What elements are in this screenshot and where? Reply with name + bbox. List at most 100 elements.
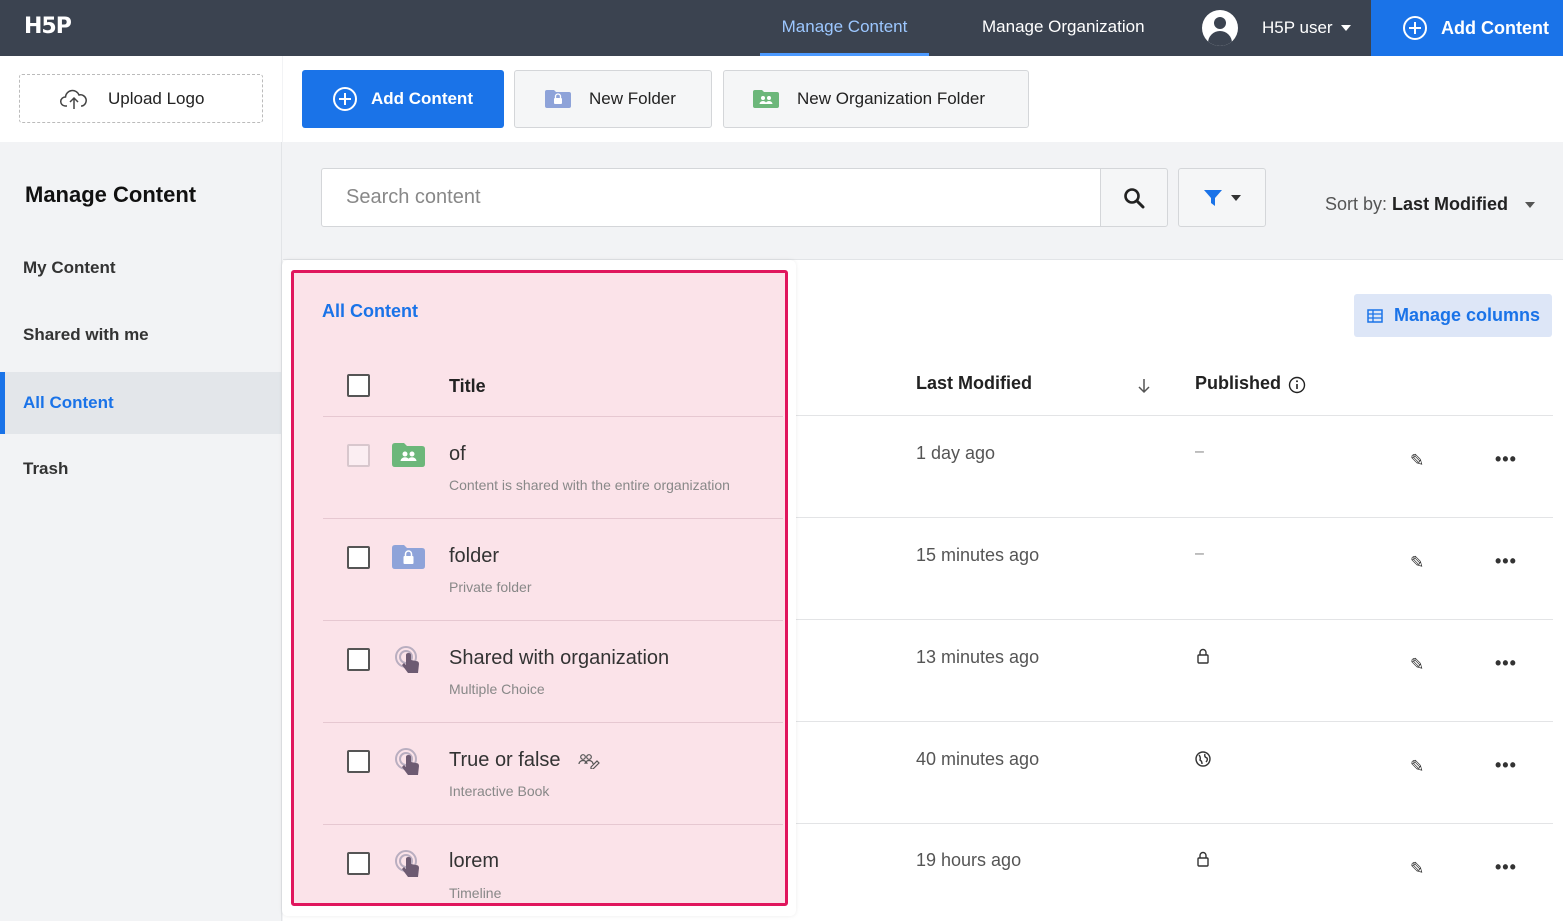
organization-folder-icon	[753, 90, 779, 108]
sort-descending-icon[interactable]	[1137, 378, 1151, 394]
edit-icon[interactable]: ✎	[1410, 451, 1424, 471]
row-divider	[773, 823, 1553, 824]
sort-label: Sort by:	[1325, 194, 1388, 214]
more-options-icon[interactable]: •••	[1495, 449, 1517, 470]
section-title: All Content	[322, 301, 418, 321]
private-folder-icon	[545, 90, 571, 108]
row-divider	[773, 721, 1553, 722]
sidebar-item-all-content[interactable]: All Content	[0, 372, 281, 434]
avatar-icon	[1202, 10, 1238, 46]
logo-upload-area: Upload Logo	[0, 56, 282, 142]
private-folder-icon	[392, 545, 425, 569]
sidebar: Manage Content My Content Shared with me…	[0, 142, 282, 921]
content-toolbar: Add Content New Folder New Organization …	[283, 56, 1563, 142]
edit-icon[interactable]: ✎	[1410, 859, 1424, 879]
filter-button[interactable]	[1178, 168, 1266, 227]
row-title[interactable]: of	[449, 443, 466, 466]
manage-columns-button[interactable]: Manage columns	[1354, 294, 1552, 337]
user-name: H5P user	[1262, 18, 1333, 37]
row-divider	[323, 518, 783, 519]
more-options-icon[interactable]: •••	[1495, 857, 1517, 878]
edit-icon[interactable]: ✎	[1410, 757, 1424, 777]
add-circle-icon	[333, 87, 357, 111]
search-icon	[1124, 187, 1145, 208]
top-bar: H5P Manage Content Manage Organization H…	[0, 0, 1563, 56]
row-last-modified: 40 minutes ago	[916, 749, 1040, 769]
sidebar-item-my-content[interactable]: My Content	[0, 237, 281, 299]
row-checkbox[interactable]	[347, 750, 370, 773]
row-subtitle: Multiple Choice	[449, 681, 545, 697]
sort-dropdown[interactable]: Sort by: Last Modified	[1325, 194, 1536, 215]
content-type-icon	[395, 748, 419, 775]
user-menu[interactable]: H5P user	[1202, 10, 1351, 46]
table-columns-icon	[1367, 308, 1383, 323]
edit-icon[interactable]: ✎	[1410, 553, 1424, 573]
edit-icon[interactable]: ✎	[1410, 655, 1424, 675]
row-checkbox[interactable]	[347, 648, 370, 671]
row-last-modified: 1 day ago	[916, 443, 996, 463]
row-divider	[323, 416, 783, 417]
row-title[interactable]: Shared with organization	[449, 647, 669, 670]
column-title[interactable]: Title	[449, 376, 486, 397]
content-type-icon	[395, 850, 419, 877]
filter-icon	[1204, 189, 1222, 206]
more-options-icon[interactable]: •••	[1495, 755, 1517, 776]
row-last-modified: 15 minutes ago	[916, 545, 1040, 565]
row-last-modified: 13 minutes ago	[916, 647, 1040, 667]
row-divider	[323, 620, 783, 621]
nav-manage-organization[interactable]: Manage Organization	[982, 0, 1145, 56]
lock-icon	[1197, 851, 1209, 867]
row-divider	[773, 415, 1553, 416]
h5p-logo[interactable]: H5P	[24, 14, 72, 39]
sidebar-item-shared-with-me[interactable]: Shared with me	[0, 304, 281, 366]
chevron-down-icon	[1340, 25, 1351, 31]
new-folder-label: New Folder	[589, 89, 676, 108]
row-subtitle: Private folder	[449, 579, 532, 595]
row-divider	[773, 517, 1553, 518]
nav-manage-content[interactable]: Manage Content	[760, 0, 929, 56]
globe-icon	[1195, 751, 1211, 767]
upload-logo-button[interactable]: Upload Logo	[19, 74, 263, 123]
info-icon[interactable]	[1288, 376, 1306, 394]
new-organization-folder-button[interactable]: New Organization Folder	[723, 70, 1029, 128]
sort-value: Last Modified	[1392, 194, 1509, 214]
row-subtitle: Timeline	[449, 885, 502, 901]
cloud-upload-icon	[60, 89, 87, 109]
organization-folder-icon	[392, 443, 425, 467]
row-divider	[323, 824, 783, 825]
more-options-icon[interactable]: •••	[1495, 653, 1517, 674]
new-folder-button[interactable]: New Folder	[514, 70, 712, 128]
row-title[interactable]: lorem	[449, 850, 499, 873]
row-title[interactable]: True or false	[449, 749, 561, 772]
more-options-icon[interactable]: •••	[1495, 551, 1517, 572]
sidebar-item-trash[interactable]: Trash	[0, 438, 281, 500]
top-add-content-label: Add Content	[1441, 17, 1549, 38]
new-organization-folder-label: New Organization Folder	[797, 89, 986, 108]
row-checkbox[interactable]	[347, 852, 370, 875]
sidebar-title: Manage Content	[25, 182, 197, 207]
shared-users-icon	[578, 754, 600, 769]
row-divider	[323, 722, 783, 723]
row-title[interactable]: folder	[449, 545, 499, 568]
add-circle-icon	[1403, 16, 1427, 40]
row-published: –	[1195, 443, 1204, 460]
upload-logo-label: Upload Logo	[108, 88, 205, 108]
column-published[interactable]: Published	[1195, 373, 1281, 394]
search-row: Search content Sort by: Last Modified	[283, 142, 1563, 260]
lock-icon	[1197, 648, 1209, 664]
search-button[interactable]	[1100, 168, 1168, 227]
select-all-checkbox[interactable]	[347, 374, 370, 397]
row-divider	[773, 619, 1553, 620]
chevron-down-icon	[1231, 194, 1241, 201]
manage-columns-label: Manage columns	[1394, 305, 1541, 325]
chevron-down-icon	[1525, 202, 1536, 209]
content-type-icon	[395, 646, 419, 673]
row-checkbox[interactable]	[347, 546, 370, 569]
add-content-button[interactable]: Add Content	[302, 70, 504, 128]
row-checkbox	[347, 444, 370, 467]
search-input[interactable]: Search content	[321, 168, 1101, 227]
add-content-label: Add Content	[371, 89, 473, 108]
column-last-modified[interactable]: Last Modified	[916, 373, 1032, 394]
top-add-content-button[interactable]: Add Content	[1371, 0, 1563, 56]
row-subtitle: Content is shared with the entire organi…	[449, 477, 730, 493]
